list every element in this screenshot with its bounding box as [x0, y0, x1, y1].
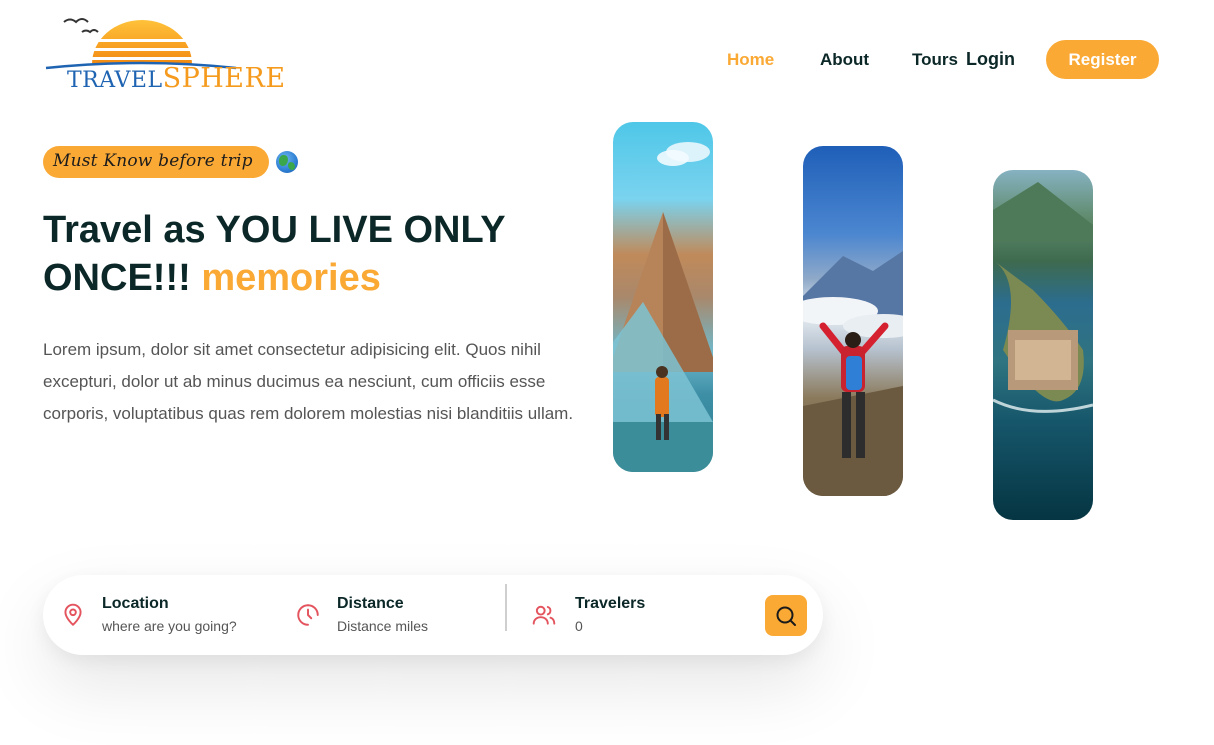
hero-description: Lorem ipsum, dolor sit amet consectetur … [43, 340, 574, 423]
location-label: Location [102, 594, 169, 612]
search-button[interactable] [765, 595, 807, 636]
hero-subtitle: Must Know before trip [43, 146, 298, 178]
travelers-field[interactable]: Travelers 0 [531, 575, 645, 655]
nav-link-about[interactable]: About [820, 50, 869, 70]
nav-link-tours[interactable]: Tours [912, 50, 958, 70]
travelers-label: Travelers [575, 594, 646, 612]
users-icon [531, 602, 557, 628]
location-field[interactable]: Location where are you going? [60, 575, 237, 655]
hiker-illustration [803, 251, 903, 496]
distance-input[interactable]: Distance miles [337, 615, 428, 637]
login-link[interactable]: Login [966, 49, 1015, 70]
map-pin-icon [60, 602, 86, 628]
fort-illustration [993, 182, 1093, 413]
brand-logo[interactable]: TRAVELSPHERE [44, 12, 285, 100]
globe-icon [275, 151, 298, 173]
location-input[interactable]: where are you going? [102, 615, 237, 637]
clock-icon [295, 602, 321, 628]
nav-link-home[interactable]: Home [727, 50, 774, 70]
search-divider [505, 584, 507, 631]
louvre-illustration [613, 142, 713, 472]
search-bar: Location where are you going? Distance D… [43, 575, 823, 655]
hero-subtitle-badge: Must Know before trip [43, 146, 269, 178]
distance-field[interactable]: Distance Distance miles [295, 575, 428, 655]
distance-label: Distance [337, 594, 404, 612]
logo-wordmark: TRAVELSPHERE [67, 63, 286, 94]
register-button[interactable]: Register [1046, 40, 1159, 79]
search-icon [776, 606, 796, 626]
hero-headline: Travel as YOU LIVE ONLY ONCE!!! memories [43, 206, 583, 302]
logo-word-sphere: SPHERE [162, 63, 286, 94]
headline-highlight: memories [201, 257, 381, 299]
coastal-fort-aerial-photo [993, 170, 1093, 520]
louvre-pyramid-photo [613, 122, 713, 472]
logo-word-travel: TRAVEL [67, 68, 163, 93]
mountain-hiker-photo [803, 146, 903, 496]
travelers-input[interactable]: 0 [575, 615, 645, 637]
